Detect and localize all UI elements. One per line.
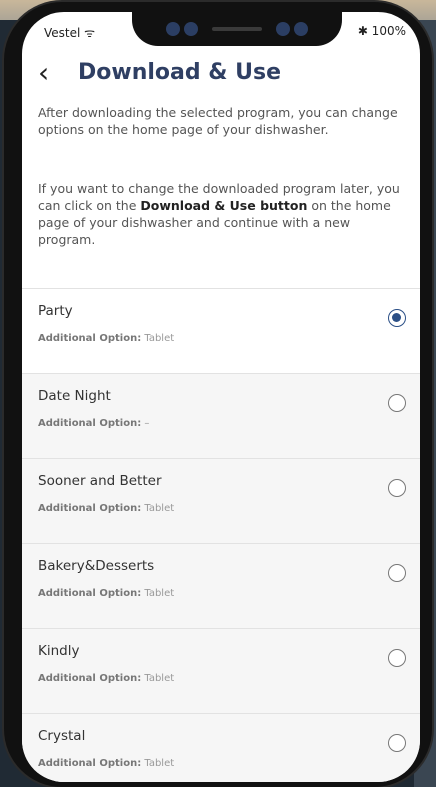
page-header: ‹ Download & Use [32,58,410,92]
radio-unselected-icon[interactable] [388,479,406,497]
sensor-icon [276,22,290,36]
option-label: Additional Option: [38,333,142,344]
program-list: Party Additional Option: Tablet Date Nig… [22,288,420,782]
back-chevron-icon[interactable]: ‹ [38,58,49,88]
page-title: Download & Use [78,60,281,85]
program-option: Additional Option: Tablet [38,673,174,684]
program-option: Additional Option: Tablet [38,333,174,344]
program-name: Party [38,303,73,319]
option-value: Tablet [141,588,175,599]
phone-screen: Vestel ᯤ ✱ 100% ‹ Download & Use After d… [22,12,420,782]
program-option: Additional Option: Tablet [38,503,174,514]
download-use-button-mention: Download & Use button [140,198,308,213]
radio-selected-icon[interactable] [388,309,406,327]
radio-unselected-icon[interactable] [388,734,406,752]
sensor-icon [184,22,198,36]
program-row-kindly[interactable]: Kindly Additional Option: Tablet [22,628,420,713]
program-name: Crystal [38,728,86,744]
program-name: Sooner and Better [38,473,162,489]
option-value: Tablet [141,333,175,344]
program-option: Additional Option: Tablet [38,588,174,599]
notch [132,12,342,46]
radio-unselected-icon[interactable] [388,564,406,582]
intro-paragraph: After downloading the selected program, … [38,105,398,137]
option-label: Additional Option: [38,758,142,769]
program-row-sooner-and-better[interactable]: Sooner and Better Additional Option: Tab… [22,458,420,543]
option-label: Additional Option: [38,673,142,684]
program-name: Bakery&Desserts [38,558,155,574]
option-value: Tablet [141,758,175,769]
phone-frame: Vestel ᯤ ✱ 100% ‹ Download & Use After d… [4,2,432,787]
instructions-paragraph: If you want to change the downloaded pro… [38,180,402,248]
camera-icon [166,22,180,36]
program-name: Kindly [38,643,80,659]
program-row-bakery-desserts[interactable]: Bakery&Desserts Additional Option: Table… [22,543,420,628]
radio-unselected-icon[interactable] [388,394,406,412]
program-name: Date Night [38,388,111,404]
speaker-grille [212,27,262,31]
carrier-label: Vestel ᯤ [44,26,96,40]
program-row-party[interactable]: Party Additional Option: Tablet [22,288,420,373]
option-value: Tablet [141,673,175,684]
program-row-date-night[interactable]: Date Night Additional Option: – [22,373,420,458]
option-label: Additional Option: [38,503,142,514]
program-option: Additional Option: Tablet [38,758,174,769]
program-option: Additional Option: – [38,418,149,429]
camera-icon [294,22,308,36]
option-label: Additional Option: [38,588,142,599]
program-row-crystal[interactable]: Crystal Additional Option: Tablet [22,713,420,782]
option-label: Additional Option: [38,418,142,429]
battery-indicator: ✱ 100% [357,24,406,38]
option-value: – [141,418,150,429]
radio-unselected-icon[interactable] [388,649,406,667]
option-value: Tablet [141,503,175,514]
